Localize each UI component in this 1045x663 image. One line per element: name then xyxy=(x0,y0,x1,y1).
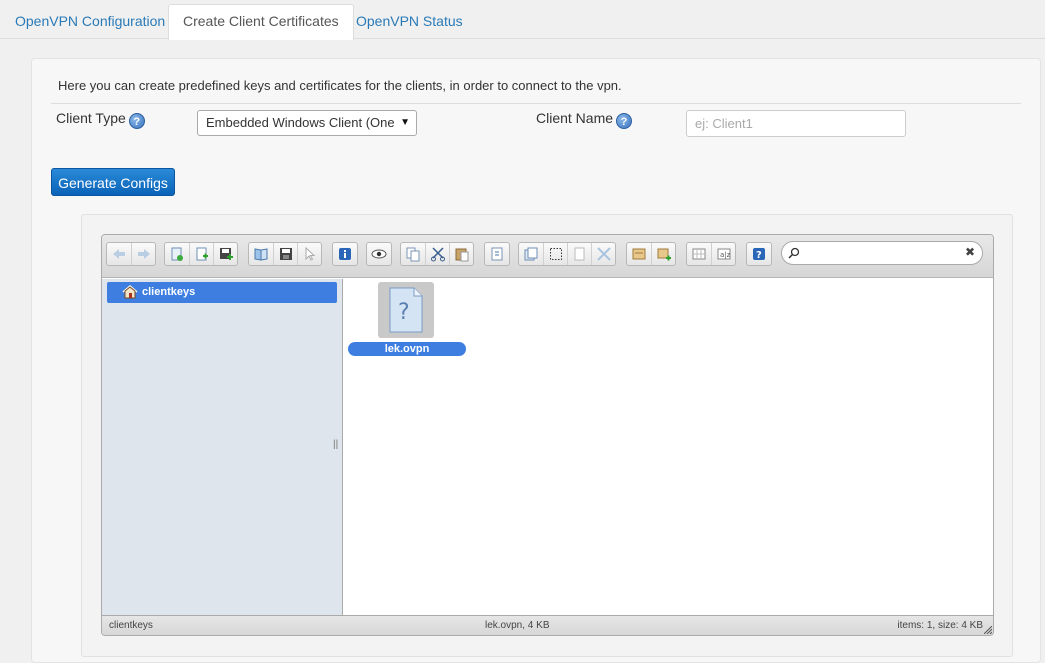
tab-create-client-certificates[interactable]: Create Client Certificates xyxy=(168,4,354,40)
disk-upload-icon xyxy=(219,248,233,260)
eye-icon xyxy=(371,249,387,259)
select-all-icon xyxy=(549,248,562,260)
file-search-input[interactable] xyxy=(804,244,954,262)
archive-button[interactable] xyxy=(519,243,543,265)
intro-text: Here you can create predefined keys and … xyxy=(58,78,622,93)
edit-button[interactable] xyxy=(567,243,591,265)
resize-grip-icon[interactable] xyxy=(984,626,992,634)
client-name-label: Client Name xyxy=(536,110,614,126)
close-icon[interactable]: ✖ xyxy=(965,245,975,259)
cut-button[interactable] xyxy=(425,243,449,265)
copy-button[interactable] xyxy=(401,243,425,265)
file-list: ? lek.ovpn xyxy=(344,279,993,615)
client-name-label-group: Client Name? xyxy=(536,110,633,129)
search-icon xyxy=(788,247,800,259)
new-file-button[interactable] xyxy=(189,243,213,265)
file-item[interactable]: ? lek.ovpn xyxy=(346,282,466,362)
grid-view-icon xyxy=(692,248,706,260)
tab-openvpn-status[interactable]: OpenVPN Status xyxy=(341,4,478,39)
svg-text:a|z: a|z xyxy=(720,251,731,259)
select-button[interactable] xyxy=(297,243,321,265)
help-icon[interactable]: ? xyxy=(128,113,145,129)
extract-icon xyxy=(632,248,646,260)
toolbar-group-help: ? xyxy=(746,242,772,266)
download-button[interactable] xyxy=(273,243,297,265)
client-type-label-group: Client Type? xyxy=(56,110,145,129)
copy-icon xyxy=(406,247,420,262)
help-button[interactable]: ? xyxy=(747,243,771,265)
help-icon: ? xyxy=(753,248,765,261)
list-view-button[interactable]: a|z xyxy=(711,243,735,265)
preview-button[interactable] xyxy=(367,243,391,265)
tree-item-clientkeys[interactable]: clientkeys xyxy=(107,282,337,303)
arrow-left-icon xyxy=(113,249,125,259)
back-button[interactable] xyxy=(107,243,131,265)
duplicate-icon xyxy=(491,247,503,261)
scissors-icon xyxy=(430,247,445,262)
toolbar-group-edit xyxy=(518,242,616,266)
generate-configs-button[interactable]: Generate Configs xyxy=(51,168,175,196)
status-selection: lek.ovpn, 4 KB xyxy=(485,620,550,631)
client-type-label: Client Type xyxy=(56,110,126,126)
status-path: clientkeys xyxy=(109,620,153,631)
toolbar-group-history xyxy=(106,242,156,266)
pane-splitter-handle[interactable]: || xyxy=(333,439,338,450)
file-manager: a|z ? ✖ clientkeys || ? lek.ovpn clientk… xyxy=(101,234,994,636)
folder-reload-icon xyxy=(171,247,183,261)
upload-button[interactable] xyxy=(213,243,237,265)
cursor-icon xyxy=(305,246,315,261)
toolbar-group-extract xyxy=(626,242,676,266)
archive-add-icon xyxy=(657,248,671,261)
info-icon xyxy=(339,248,351,260)
resize-icon xyxy=(596,247,611,261)
open-button[interactable] xyxy=(249,243,273,265)
divider xyxy=(51,103,1021,104)
tab-bar: OpenVPN Configuration Create Client Cert… xyxy=(0,0,1045,40)
paste-button[interactable] xyxy=(449,243,473,265)
status-summary: items: 1, size: 4 KB xyxy=(897,620,983,631)
create-archive-button[interactable] xyxy=(651,243,675,265)
forward-button[interactable] xyxy=(131,243,155,265)
toolbar-group-clipboard xyxy=(400,242,474,266)
toolbar-group-view: a|z xyxy=(686,242,736,266)
file-name: lek.ovpn xyxy=(348,342,466,356)
client-type-select[interactable]: Embedded Windows Client (One ▼ xyxy=(197,110,417,136)
duplicate-button[interactable] xyxy=(485,243,509,265)
svg-text:?: ? xyxy=(398,300,410,325)
unknown-file-icon: ? xyxy=(389,287,423,333)
help-icon[interactable]: ? xyxy=(616,113,633,129)
file-thumbnail: ? xyxy=(378,282,434,338)
file-manager-toolbar: a|z ? ✖ xyxy=(102,235,993,278)
toolbar-group-create xyxy=(164,242,238,266)
info-button[interactable] xyxy=(333,243,357,265)
reload-button[interactable] xyxy=(165,243,189,265)
client-name-input[interactable] xyxy=(686,110,906,137)
select-all-button[interactable] xyxy=(543,243,567,265)
paste-icon xyxy=(455,248,468,262)
client-type-value: Embedded Windows Client (One xyxy=(206,115,394,130)
resize-button[interactable] xyxy=(591,243,615,265)
open-book-icon xyxy=(254,248,268,261)
tab-openvpn-configuration[interactable]: OpenVPN Configuration xyxy=(0,4,180,39)
file-search-box[interactable]: ✖ xyxy=(781,241,983,265)
toolbar-group-open xyxy=(248,242,322,266)
toolbar-group-info xyxy=(332,242,358,266)
svg-text:?: ? xyxy=(756,250,762,261)
disk-icon xyxy=(279,248,292,260)
status-bar: clientkeys lek.ovpn, 4 KB items: 1, size… xyxy=(102,615,993,635)
home-icon xyxy=(122,285,138,299)
arrow-right-icon xyxy=(137,249,150,259)
edit-file-icon xyxy=(574,247,584,261)
list-view-icon: a|z xyxy=(717,248,731,260)
extract-button[interactable] xyxy=(627,243,651,265)
stack-icon xyxy=(524,247,538,261)
tree-item-label: clientkeys xyxy=(142,286,196,298)
folder-tree: clientkeys || xyxy=(102,279,343,615)
toolbar-group-duplicate xyxy=(484,242,510,266)
icons-view-button[interactable] xyxy=(687,243,711,265)
chevron-down-icon: ▼ xyxy=(400,117,410,128)
toolbar-group-preview xyxy=(366,242,392,266)
new-file-icon xyxy=(196,247,208,261)
